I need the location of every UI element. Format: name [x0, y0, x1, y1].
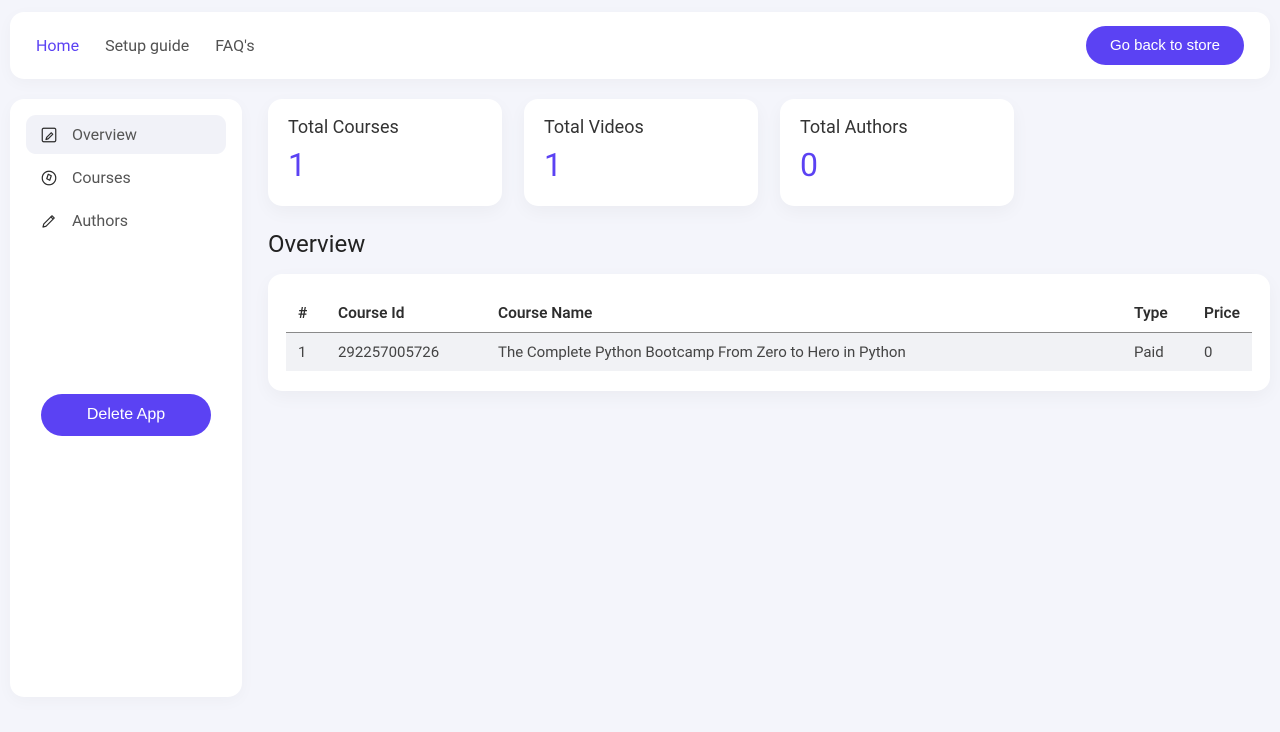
- courses-table: # Course Id Course Name Type Price 1 292…: [286, 294, 1252, 371]
- sidebar-item-label: Authors: [72, 211, 128, 230]
- section-title: Overview: [268, 230, 1270, 258]
- pencil-icon: [40, 212, 58, 230]
- th-index: #: [286, 294, 326, 333]
- nav-setup-guide[interactable]: Setup guide: [105, 36, 189, 55]
- sidebar-item-authors[interactable]: Authors: [26, 201, 226, 240]
- stat-total-authors: Total Authors 0: [780, 99, 1014, 206]
- go-back-to-store-button[interactable]: Go back to store: [1086, 26, 1244, 65]
- top-navbar: Home Setup guide FAQ's Go back to store: [10, 12, 1270, 79]
- stat-label: Total Authors: [800, 117, 994, 138]
- sidebar-item-label: Courses: [72, 168, 131, 187]
- th-course-id: Course Id: [326, 294, 486, 333]
- th-price: Price: [1192, 294, 1252, 333]
- stat-value: 0: [800, 146, 994, 184]
- stat-total-courses: Total Courses 1: [268, 99, 502, 206]
- sidebar-item-label: Overview: [72, 125, 137, 144]
- th-type: Type: [1122, 294, 1192, 333]
- sidebar-item-overview[interactable]: Overview: [26, 115, 226, 154]
- cell-index: 1: [286, 333, 326, 372]
- table-row[interactable]: 1 292257005726 The Complete Python Bootc…: [286, 333, 1252, 372]
- stat-total-videos: Total Videos 1: [524, 99, 758, 206]
- edit-square-icon: [40, 126, 58, 144]
- cell-course-id: 292257005726: [326, 333, 486, 372]
- stat-label: Total Courses: [288, 117, 482, 138]
- th-course-name: Course Name: [486, 294, 1122, 333]
- stat-value: 1: [544, 146, 738, 184]
- stat-value: 1: [288, 146, 482, 184]
- nav-faqs[interactable]: FAQ's: [215, 36, 254, 55]
- stats-row: Total Courses 1 Total Videos 1 Total Aut…: [268, 99, 1270, 206]
- nav-home[interactable]: Home: [36, 36, 79, 55]
- sidebar-item-courses[interactable]: Courses: [26, 158, 226, 197]
- cell-price: 0: [1192, 333, 1252, 372]
- cell-type: Paid: [1122, 333, 1192, 372]
- delete-app-button[interactable]: Delete App: [41, 394, 211, 436]
- stat-label: Total Videos: [544, 117, 738, 138]
- courses-table-card: # Course Id Course Name Type Price 1 292…: [268, 274, 1270, 391]
- nav-links: Home Setup guide FAQ's: [36, 36, 255, 55]
- main-content: Total Courses 1 Total Videos 1 Total Aut…: [268, 99, 1270, 697]
- compass-icon: [40, 169, 58, 187]
- sidebar: Overview Courses Authors Delete App: [10, 99, 242, 697]
- cell-course-name: The Complete Python Bootcamp From Zero t…: [486, 333, 1122, 372]
